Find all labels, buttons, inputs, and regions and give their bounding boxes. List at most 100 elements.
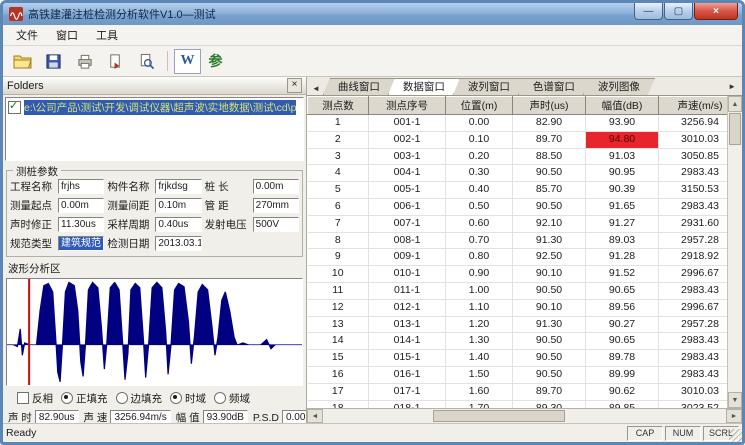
- table-cell[interactable]: 90.50: [513, 350, 586, 367]
- table-cell[interactable]: 90.50: [513, 282, 586, 299]
- readout-value-field[interactable]: 0.00us^2/m: [282, 410, 307, 423]
- tab-3[interactable]: 波列窗口: [453, 78, 525, 95]
- table-cell[interactable]: 90.95: [586, 165, 659, 182]
- print-button[interactable]: [70, 48, 99, 75]
- folder-tree[interactable]: e:\公司产品\测试\开发\调试仪器\超声波\实地数据\测试\cd\p003\p…: [5, 97, 304, 161]
- table-cell[interactable]: 1.60: [446, 383, 513, 400]
- table-row[interactable]: 5005-10.4085.7090.393150.53230.4: [308, 182, 728, 199]
- table-cell[interactable]: 0.70: [446, 232, 513, 249]
- table-cell[interactable]: 92.10: [513, 215, 586, 232]
- param-value-field[interactable]: 0.00m: [253, 179, 299, 194]
- table-cell[interactable]: 13: [308, 316, 369, 333]
- table-cell[interactable]: 91.30: [513, 316, 586, 333]
- table-cell[interactable]: 3050.85: [659, 148, 728, 165]
- table-cell[interactable]: 2983.43: [659, 198, 728, 215]
- table-cell[interactable]: 2983.43: [659, 366, 728, 383]
- word-export-button[interactable]: W: [174, 49, 201, 74]
- table-cell[interactable]: 89.70: [513, 383, 586, 400]
- table-cell[interactable]: 11: [308, 282, 369, 299]
- table-cell[interactable]: 82.90: [513, 115, 586, 132]
- table-cell[interactable]: 3010.03: [659, 131, 728, 148]
- table-cell[interactable]: 91.03: [586, 148, 659, 165]
- table-cell[interactable]: 0.20: [446, 148, 513, 165]
- table-cell[interactable]: 90.65: [586, 333, 659, 350]
- table-cell[interactable]: 89.85: [586, 400, 659, 408]
- table-cell[interactable]: 0.90: [446, 266, 513, 283]
- open-file-button[interactable]: [8, 48, 37, 75]
- table-cell[interactable]: 90.10: [513, 299, 586, 316]
- column-header[interactable]: 声时(us): [513, 97, 586, 115]
- table-cell[interactable]: 89.70: [513, 131, 586, 148]
- table-cell[interactable]: 9: [308, 249, 369, 266]
- table-cell[interactable]: 90.50: [513, 165, 586, 182]
- table-cell[interactable]: 014-1: [369, 333, 446, 350]
- maximize-button[interactable]: ▢: [664, 3, 693, 20]
- fill-solid-radio[interactable]: [61, 392, 73, 404]
- scroll-left-icon[interactable]: ◄: [307, 409, 323, 423]
- table-row[interactable]: 9009-10.8092.5091.282918.9214.4: [308, 249, 728, 266]
- table-cell[interactable]: 2957.28: [659, 316, 728, 333]
- column-header[interactable]: 幅值(dB): [586, 97, 659, 115]
- table-cell[interactable]: 6: [308, 198, 369, 215]
- table-cell[interactable]: 90.27: [586, 316, 659, 333]
- table-row[interactable]: 14014-11.3090.5090.652983.436.40: [308, 333, 728, 350]
- table-cell[interactable]: 0.10: [446, 131, 513, 148]
- table-cell[interactable]: 3150.53: [659, 182, 728, 199]
- scroll-down-icon[interactable]: ▼: [728, 392, 742, 408]
- table-row[interactable]: 10010-10.9090.1091.522996.6757.6: [308, 266, 728, 283]
- table-cell[interactable]: 2918.92: [659, 249, 728, 266]
- param-value-field[interactable]: 建筑规范: [58, 236, 104, 251]
- table-cell[interactable]: 2983.43: [659, 165, 728, 182]
- table-cell[interactable]: 89.99: [586, 366, 659, 383]
- tabs-scroll-left-icon[interactable]: ◄: [309, 84, 323, 95]
- table-cell[interactable]: 009-1: [369, 249, 446, 266]
- table-cell[interactable]: 90.10: [513, 266, 586, 283]
- table-cell[interactable]: 5: [308, 182, 369, 199]
- table-cell[interactable]: 16: [308, 366, 369, 383]
- table-cell[interactable]: 94.80: [586, 131, 659, 148]
- table-row[interactable]: 1001-10.0082.9093.903256.940.00: [308, 115, 728, 132]
- table-cell[interactable]: 0.60: [446, 215, 513, 232]
- table-cell[interactable]: 0.00: [446, 115, 513, 132]
- close-button[interactable]: ×: [694, 3, 738, 20]
- table-cell[interactable]: 1: [308, 115, 369, 132]
- table-cell[interactable]: 89.30: [513, 400, 586, 408]
- table-row[interactable]: 6006-10.5090.5091.652983.43230.4: [308, 198, 728, 215]
- table-row[interactable]: 16016-11.5090.5089.992983.430.00: [308, 366, 728, 383]
- table-cell[interactable]: 005-1: [369, 182, 446, 199]
- table-row[interactable]: 12012-11.1090.1089.562996.671.60: [308, 299, 728, 316]
- table-cell[interactable]: 1.10: [446, 299, 513, 316]
- page-setup-button[interactable]: [101, 48, 130, 75]
- table-cell[interactable]: 91.52: [586, 266, 659, 283]
- table-cell[interactable]: 2983.43: [659, 333, 728, 350]
- table-cell[interactable]: 3256.94: [659, 115, 728, 132]
- table-cell[interactable]: 013-1: [369, 316, 446, 333]
- table-cell[interactable]: 006-1: [369, 198, 446, 215]
- table-cell[interactable]: 88.50: [513, 148, 586, 165]
- table-cell[interactable]: 90.39: [586, 182, 659, 199]
- parameter-button[interactable]: 参: [203, 50, 228, 73]
- column-header[interactable]: 测点数: [308, 97, 369, 115]
- table-cell[interactable]: 008-1: [369, 232, 446, 249]
- print-preview-button[interactable]: [132, 48, 161, 75]
- vertical-scrollbar[interactable]: ▲ ▼: [727, 96, 742, 408]
- table-row[interactable]: 11011-11.0090.5090.652983.431.60: [308, 282, 728, 299]
- param-value-field[interactable]: 500V: [253, 217, 299, 232]
- tab-5[interactable]: 波列图像: [583, 78, 655, 95]
- table-cell[interactable]: 0.30: [446, 165, 513, 182]
- param-value-field[interactable]: frjhs: [58, 179, 104, 194]
- freq-domain-radio[interactable]: [214, 392, 226, 404]
- table-cell[interactable]: 90.62: [586, 383, 659, 400]
- table-cell[interactable]: 1.50: [446, 366, 513, 383]
- table-cell[interactable]: 011-1: [369, 282, 446, 299]
- table-row[interactable]: 3003-10.2088.5091.033050.8514.4: [308, 148, 728, 165]
- table-row[interactable]: 17017-11.6089.7090.623010.036.40: [308, 383, 728, 400]
- table-cell[interactable]: 007-1: [369, 215, 446, 232]
- table-row[interactable]: 7007-10.6092.1091.272931.6025.6: [308, 215, 728, 232]
- table-cell[interactable]: 3010.03: [659, 383, 728, 400]
- panel-close-icon[interactable]: ×: [287, 78, 302, 93]
- table-cell[interactable]: 015-1: [369, 350, 446, 367]
- table-cell[interactable]: 89.03: [586, 232, 659, 249]
- save-button[interactable]: [39, 48, 68, 75]
- table-cell[interactable]: 93.90: [586, 115, 659, 132]
